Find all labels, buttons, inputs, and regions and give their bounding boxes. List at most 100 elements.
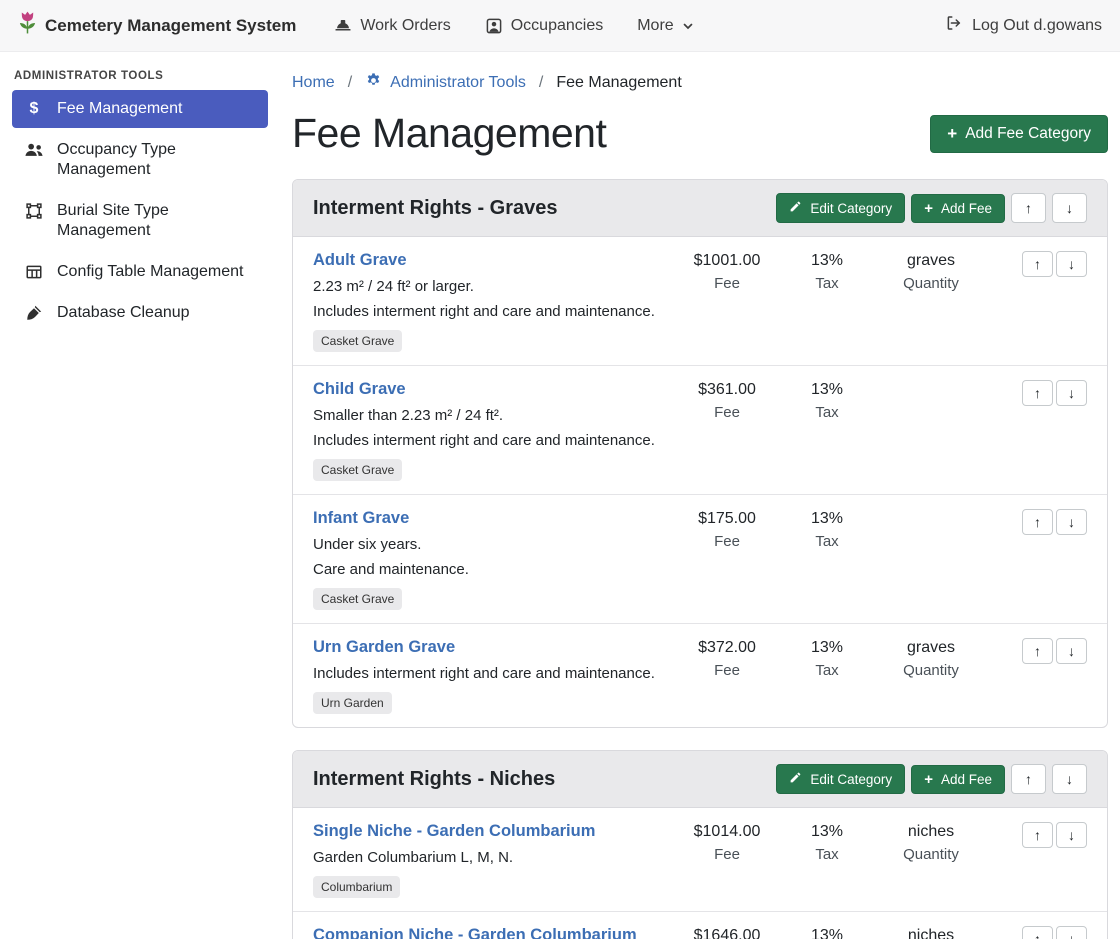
fee-amount: $1646.00 <box>673 927 781 939</box>
fee-description: Includes interment right and care and ma… <box>313 665 663 682</box>
occupancy-portrait-icon <box>485 17 503 35</box>
quantity-column: niches Quantity <box>873 926 989 939</box>
fee-label: Fee <box>673 533 781 550</box>
fee-description: Garden Columbarium L, M, N. <box>313 849 663 866</box>
move-fee-up-button[interactable]: ↑ <box>1022 926 1053 939</box>
add-fee-category-button[interactable]: + Add Fee Category <box>930 115 1108 153</box>
plus-icon: + <box>924 201 933 216</box>
breadcrumb-home[interactable]: Home <box>292 74 335 92</box>
fee-amount-column: $361.00 Fee <box>673 380 781 421</box>
fee-description: Includes interment right and care and ma… <box>313 303 663 320</box>
tax-label: Tax <box>781 533 873 550</box>
arrow-down-icon: ↓ <box>1068 643 1075 659</box>
nav-occupancies[interactable]: Occupancies <box>485 17 604 35</box>
category-header: Interment Rights - Graves Edit Category … <box>293 180 1107 237</box>
move-fee-down-button[interactable]: ↓ <box>1056 926 1087 939</box>
plus-icon: + <box>947 125 957 142</box>
gear-icon <box>365 72 382 94</box>
main-content: Home / Administrator Tools / Fee Managem… <box>280 52 1120 939</box>
dollar-icon: $ <box>24 100 44 117</box>
move-category-up-button[interactable]: ↑ <box>1011 764 1046 794</box>
fee-type-badge: Urn Garden <box>313 692 392 714</box>
fee-name-link[interactable]: Adult Grave <box>313 251 407 270</box>
fee-name-link[interactable]: Urn Garden Grave <box>313 638 455 657</box>
tax-label: Tax <box>781 404 873 421</box>
fee-amount: $1001.00 <box>673 252 781 270</box>
quantity-label: Quantity <box>873 662 989 679</box>
edit-category-button[interactable]: Edit Category <box>776 764 905 794</box>
quantity-column-empty <box>873 509 989 510</box>
fee-type-badge: Columbarium <box>313 876 400 898</box>
move-fee-up-button[interactable]: ↑ <box>1022 822 1053 848</box>
add-fee-button[interactable]: + Add Fee <box>911 194 1005 223</box>
fee-label: Fee <box>673 662 781 679</box>
logout-link[interactable]: Log Out d.gowans <box>945 14 1102 37</box>
tulip-logo-icon <box>18 10 37 41</box>
fee-name-link[interactable]: Companion Niche - Garden Columbarium <box>313 926 637 939</box>
breadcrumb-separator: / <box>539 74 543 92</box>
fee-type-badge: Casket Grave <box>313 330 402 352</box>
fee-amount-column: $175.00 Fee <box>673 509 781 550</box>
move-fee-down-button[interactable]: ↓ <box>1056 380 1087 406</box>
sidebar-item-burial-site-type-management[interactable]: Burial Site Type Management <box>12 192 268 250</box>
users-icon <box>24 141 44 158</box>
nav-more[interactable]: More <box>637 17 693 35</box>
fee-label: Fee <box>673 275 781 292</box>
arrow-up-icon: ↑ <box>1034 385 1041 401</box>
tax-value: 13% <box>781 639 873 657</box>
pencil-icon <box>789 771 802 787</box>
tax-value: 13% <box>781 823 873 841</box>
sidebar-item-fee-management[interactable]: $ Fee Management <box>12 90 268 128</box>
tax-label: Tax <box>781 662 873 679</box>
move-fee-down-button[interactable]: ↓ <box>1056 509 1087 535</box>
move-category-down-button[interactable]: ↓ <box>1052 764 1087 794</box>
sidebar-item-occupancy-type-management[interactable]: Occupancy Type Management <box>12 131 268 189</box>
tax-column: 13% Tax <box>781 509 873 550</box>
category-title: Interment Rights - Niches <box>313 768 555 791</box>
breadcrumb-admin-tools[interactable]: Administrator Tools <box>365 72 526 94</box>
sidebar-item-database-cleanup[interactable]: Database Cleanup <box>12 294 268 332</box>
move-fee-up-button[interactable]: ↑ <box>1022 509 1053 535</box>
tax-column: 13% Tax <box>781 380 873 421</box>
app-brand[interactable]: Cemetery Management System <box>18 10 296 41</box>
fee-amount: $372.00 <box>673 639 781 657</box>
move-category-down-button[interactable]: ↓ <box>1052 193 1087 223</box>
edit-category-button[interactable]: Edit Category <box>776 193 905 223</box>
fee-description: Care and maintenance. <box>313 561 663 578</box>
fee-description: 2.23 m² / 24 ft² or larger. <box>313 278 663 295</box>
breadcrumb: Home / Administrator Tools / Fee Managem… <box>292 72 1108 94</box>
quantity-unit: graves <box>873 639 989 657</box>
chevron-down-icon <box>682 20 694 32</box>
hard-hat-icon <box>334 17 352 35</box>
category-card-graves: Interment Rights - Graves Edit Category … <box>292 179 1108 728</box>
fee-amount: $175.00 <box>673 510 781 528</box>
fee-amount-column: $1001.00 Fee <box>673 251 781 292</box>
tax-label: Tax <box>781 275 873 292</box>
fee-row: Urn Garden Grave Includes interment righ… <box>293 624 1107 727</box>
nav-work-orders[interactable]: Work Orders <box>334 17 450 35</box>
fee-name-link[interactable]: Single Niche - Garden Columbarium <box>313 822 595 841</box>
tax-value: 13% <box>781 381 873 399</box>
category-header: Interment Rights - Niches Edit Category … <box>293 751 1107 808</box>
move-fee-down-button[interactable]: ↓ <box>1056 251 1087 277</box>
breadcrumb-current: Fee Management <box>556 74 681 92</box>
fee-name-link[interactable]: Child Grave <box>313 380 406 399</box>
arrow-up-icon: ↑ <box>1034 256 1041 272</box>
move-fee-up-button[interactable]: ↑ <box>1022 638 1053 664</box>
move-fee-down-button[interactable]: ↓ <box>1056 822 1087 848</box>
fee-row: Child Grave Smaller than 2.23 m² / 24 ft… <box>293 366 1107 495</box>
move-fee-down-button[interactable]: ↓ <box>1056 638 1087 664</box>
quantity-column-empty <box>873 380 989 381</box>
move-fee-up-button[interactable]: ↑ <box>1022 251 1053 277</box>
arrow-up-icon: ↑ <box>1025 200 1032 216</box>
add-fee-button[interactable]: + Add Fee <box>911 765 1005 794</box>
broom-icon <box>24 304 44 322</box>
move-category-up-button[interactable]: ↑ <box>1011 193 1046 223</box>
fee-name-link[interactable]: Infant Grave <box>313 509 409 528</box>
tax-value: 13% <box>781 252 873 270</box>
top-navbar: Cemetery Management System Work Orders O… <box>0 0 1120 52</box>
arrow-up-icon: ↑ <box>1034 931 1041 939</box>
move-fee-up-button[interactable]: ↑ <box>1022 380 1053 406</box>
tax-value: 13% <box>781 510 873 528</box>
sidebar-item-config-table-management[interactable]: Config Table Management <box>12 253 268 291</box>
